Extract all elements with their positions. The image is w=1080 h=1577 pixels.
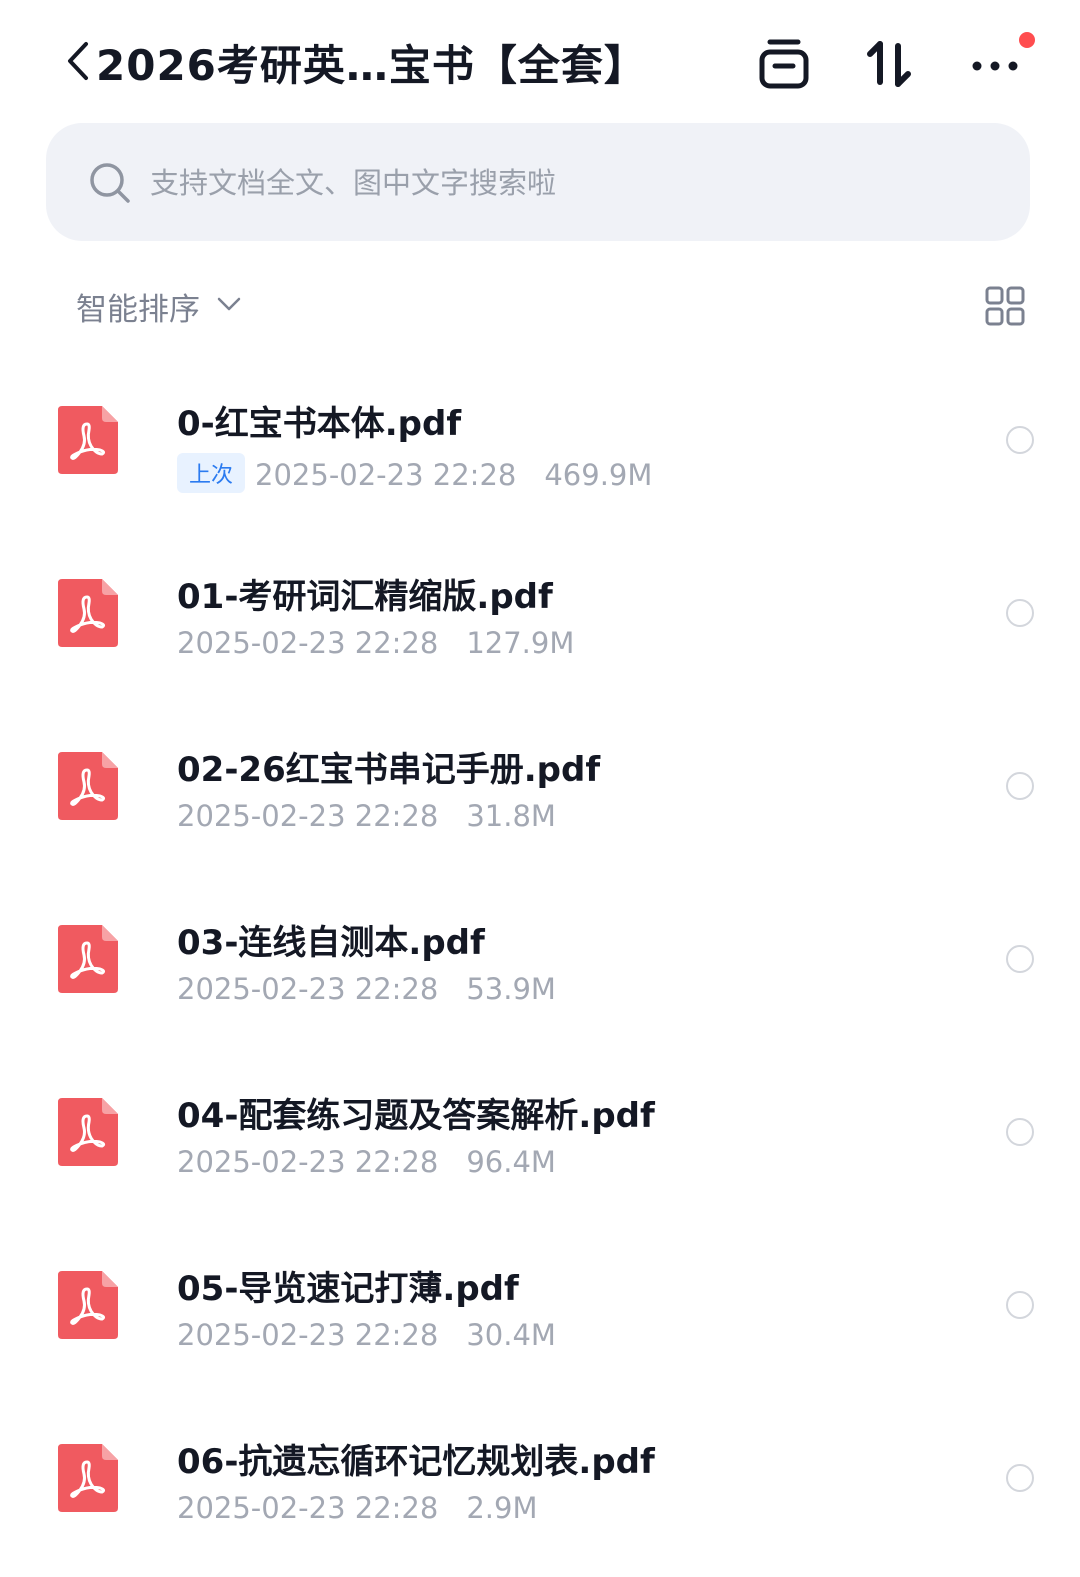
pdf-file-icon (58, 752, 118, 820)
file-name: 02-26红宝书串记手册.pdf (177, 750, 601, 790)
select-radio[interactable] (1006, 772, 1034, 800)
file-meta: 2025-02-23 22:28 31.8M (177, 799, 556, 833)
file-size: 53.9M (466, 972, 556, 1006)
select-radio[interactable] (1006, 945, 1034, 973)
search-bar[interactable] (46, 123, 1030, 241)
file-size: 2.9M (466, 1491, 538, 1525)
file-name: 01-考研词汇精缩版.pdf (177, 577, 553, 617)
select-radio[interactable] (1006, 426, 1034, 454)
file-meta: 2025-02-23 22:28 30.4M (177, 1318, 556, 1352)
file-meta: 2025-02-23 22:28 53.9M (177, 972, 556, 1006)
file-row[interactable]: 06-抗遗忘循环记忆规划表.pdf 2025-02-23 22:28 2.9M (0, 1394, 1080, 1567)
file-date: 2025-02-23 22:28 (255, 458, 517, 492)
sort-icon[interactable] (862, 36, 918, 92)
back-icon[interactable] (62, 36, 96, 86)
file-row[interactable]: 01-考研词汇精缩版.pdf 2025-02-23 22:28 127.9M (0, 529, 1080, 702)
file-row[interactable]: 0-红宝书本体.pdf 上次 2025-02-23 22:28 469.9M (0, 356, 1080, 529)
select-radio[interactable] (1006, 599, 1034, 627)
sort-dropdown[interactable]: 智能排序 (76, 284, 200, 329)
search-input[interactable] (148, 151, 992, 215)
pdf-file-icon (58, 1444, 118, 1512)
pdf-file-icon (58, 1271, 118, 1339)
file-date: 2025-02-23 22:28 (177, 1145, 439, 1179)
file-meta: 2025-02-23 22:28 2.9M (177, 1491, 537, 1525)
pdf-file-icon (58, 1098, 118, 1166)
last-opened-badge: 上次 (177, 453, 246, 493)
file-date: 2025-02-23 22:28 (177, 626, 439, 660)
select-radio[interactable] (1006, 1291, 1034, 1319)
file-name: 06-抗遗忘循环记忆规划表.pdf (177, 1442, 655, 1482)
file-size: 30.4M (466, 1318, 556, 1352)
file-name: 03-连线自测本.pdf (177, 923, 485, 963)
pdf-file-icon (58, 925, 118, 993)
file-date: 2025-02-23 22:28 (177, 799, 439, 833)
chevron-down-icon[interactable] (216, 294, 242, 314)
grid-view-icon[interactable] (985, 286, 1025, 326)
file-meta: 上次 2025-02-23 22:28 469.9M (177, 453, 652, 493)
file-size: 31.8M (466, 799, 556, 833)
file-row[interactable]: 04-配套练习题及答案解析.pdf 2025-02-23 22:28 96.4M (0, 1048, 1080, 1221)
select-radio[interactable] (1006, 1118, 1034, 1146)
file-meta: 2025-02-23 22:28 96.4M (177, 1145, 556, 1179)
search-icon (90, 163, 130, 203)
file-row[interactable]: 05-导览速记打薄.pdf 2025-02-23 22:28 30.4M (0, 1221, 1080, 1394)
file-date: 2025-02-23 22:28 (177, 1318, 439, 1352)
file-name: 04-配套练习题及答案解析.pdf (177, 1096, 655, 1136)
page-title: 2026考研英…宝书【全套】 (96, 41, 647, 90)
archive-icon[interactable] (756, 36, 812, 92)
pdf-file-icon (58, 406, 118, 474)
file-meta: 2025-02-23 22:28 127.9M (177, 626, 574, 660)
file-size: 127.9M (466, 626, 575, 660)
file-row[interactable]: 03-连线自测本.pdf 2025-02-23 22:28 53.9M (0, 875, 1080, 1048)
top-bar: 2026考研英…宝书【全套】 (0, 0, 1080, 120)
select-radio[interactable] (1006, 1464, 1034, 1492)
file-row[interactable]: 02-26红宝书串记手册.pdf 2025-02-23 22:28 31.8M (0, 702, 1080, 875)
file-name: 0-红宝书本体.pdf (177, 404, 462, 444)
pdf-file-icon (58, 579, 118, 647)
file-size: 469.9M (544, 458, 653, 492)
file-size: 96.4M (466, 1145, 556, 1179)
file-name: 05-导览速记打薄.pdf (177, 1269, 519, 1309)
sort-bar: 智能排序 (0, 270, 1080, 340)
file-date: 2025-02-23 22:28 (177, 972, 439, 1006)
notification-dot (1019, 32, 1035, 48)
file-date: 2025-02-23 22:28 (177, 1491, 439, 1525)
more-icon[interactable] (968, 36, 1024, 92)
